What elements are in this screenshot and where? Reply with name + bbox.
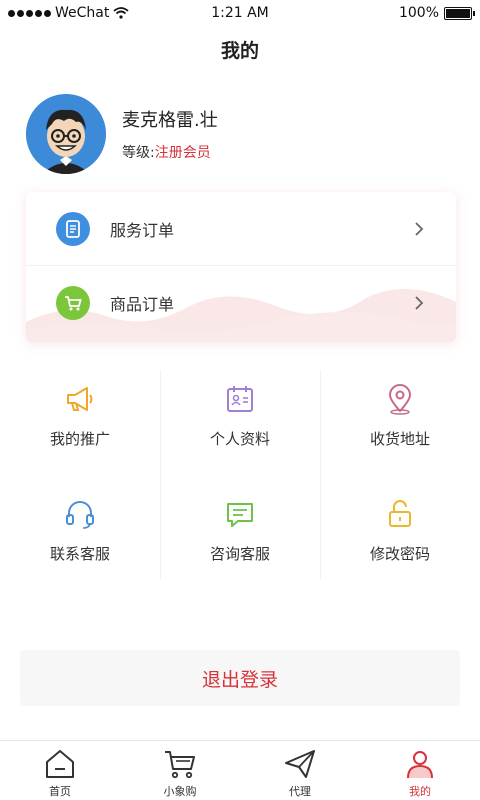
tab-mine[interactable]: 我的 [360, 747, 480, 799]
menu-item-promotion[interactable]: 我的推广 [0, 360, 160, 475]
tab-agent[interactable]: 代理 [240, 747, 360, 799]
orders-card: 服务订单 商品订单 [26, 192, 456, 342]
avatar[interactable] [26, 94, 106, 174]
cart-icon [56, 286, 90, 320]
menu-item-contact-support[interactable]: 联系客服 [0, 475, 160, 590]
profile-info: 麦克格雷.壮 等级:注册会员 [122, 106, 218, 162]
document-icon [56, 211, 90, 246]
chevron-right-icon [415, 296, 424, 310]
tab-label: 首页 [49, 785, 71, 798]
menu-label: 我的推广 [49, 430, 110, 448]
menu-item-change-password[interactable]: 修改密码 [320, 475, 480, 590]
level-value: 注册会员 [154, 145, 211, 161]
menu-item-profile[interactable]: 个人资料 [160, 360, 320, 475]
function-grid: 我的推广 个人资料 收货地址 联系客服 咨询客服 修改密码 [0, 360, 480, 590]
menu-item-consult-support[interactable]: 咨询客服 [160, 475, 320, 590]
menu-label: 咨询客服 [209, 545, 270, 563]
menu-label: 收货地址 [369, 430, 430, 448]
logout-button[interactable]: 退出登录 [20, 650, 460, 706]
username: 麦克格雷.壮 [122, 110, 218, 131]
tab-label: 我的 [409, 785, 431, 798]
chevron-right-icon [415, 221, 424, 236]
battery-percent: 100% [398, 5, 439, 21]
order-row-service[interactable]: 服务订单 [26, 192, 456, 266]
level-label: 等级: [122, 145, 155, 161]
megaphone-icon [67, 387, 93, 411]
menu-label: 修改密码 [369, 545, 430, 563]
home-icon [46, 750, 74, 778]
menu-label: 联系客服 [49, 545, 110, 563]
tab-label: 小象购 [163, 785, 197, 798]
battery-icon [444, 6, 475, 20]
menu-item-address[interactable]: 收货地址 [320, 360, 480, 475]
member-level: 等级:注册会员 [122, 142, 218, 162]
order-label-goods: 商品订单 [110, 295, 175, 314]
page-title: 我的 [220, 40, 259, 62]
tab-label: 代理 [289, 785, 311, 798]
paper-plane-icon [285, 750, 315, 778]
avatar-illustration [26, 94, 106, 174]
tab-shop[interactable]: 小象购 [120, 747, 240, 799]
profile-header[interactable]: 麦克格雷.壮 等级:注册会员 [26, 94, 218, 174]
chat-bubble-icon [227, 503, 253, 527]
headset-icon [66, 501, 94, 529]
tab-home[interactable]: 首页 [0, 747, 120, 799]
status-right: 100% [398, 5, 475, 21]
lock-icon [389, 500, 411, 527]
status-bar: WeChat 1:21 AM 100% [0, 0, 480, 26]
profile-icon [407, 751, 433, 779]
order-label-service: 服务订单 [110, 220, 175, 240]
menu-label: 个人资料 [209, 430, 270, 448]
tab-bar: 首页 小象购 代理 我的 [0, 740, 480, 800]
id-card-icon [227, 386, 253, 412]
location-pin-icon [388, 384, 412, 415]
order-row-goods[interactable]: 商品订单 [26, 266, 456, 340]
cart-icon [165, 751, 195, 779]
